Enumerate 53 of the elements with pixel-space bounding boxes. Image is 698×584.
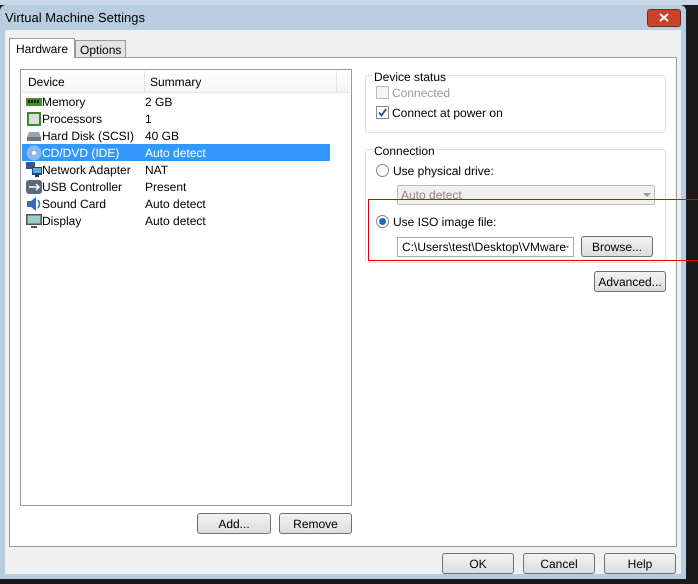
device-summary: Auto detect [145, 144, 206, 162]
tab[interactable]: Hardware [9, 38, 76, 58]
column-header[interactable]: Summary [145, 71, 337, 92]
iso-path-combobox[interactable]: C:\Users\test\Desktop\VMware [397, 236, 574, 256]
dialog-button[interactable]: Help [604, 553, 676, 574]
device-summary: 40 GB [145, 128, 180, 144]
close-button[interactable] [647, 8, 681, 26]
window-title: Virtual Machine Settings [5, 8, 145, 27]
device-summary: Auto detect [145, 212, 206, 230]
checkbox-label: Connected [392, 84, 450, 102]
monitor-icon [26, 212, 42, 228]
device-summary: 1 [145, 110, 152, 128]
network-computers-icon [26, 162, 42, 178]
radio-button[interactable] [376, 215, 389, 228]
speaker-icon [26, 196, 42, 212]
device-name: Sound Card [42, 196, 108, 212]
checkbox[interactable] [376, 106, 389, 119]
device-name: Processors [42, 110, 104, 128]
dialog-button[interactable]: OK [442, 553, 514, 574]
device-name: CD/DVD (IDE) [42, 144, 120, 162]
close-icon [659, 13, 669, 22]
tab[interactable]: Options [75, 40, 126, 57]
browse-button[interactable]: Browse... [581, 236, 653, 257]
device-row[interactable]: Sound Card Auto detect [22, 195, 330, 212]
device-row[interactable]: USB Controller Present [22, 178, 330, 195]
device-name: Display [42, 212, 82, 230]
usb-icon [26, 178, 42, 194]
column-header[interactable]: Device [22, 71, 145, 92]
dropdown-arrow-icon [643, 193, 651, 197]
advanced-button[interactable]: Advanced... [594, 271, 666, 292]
device-row[interactable]: Display Auto detect [22, 212, 330, 229]
device-row[interactable]: Processors 1 [22, 110, 330, 127]
disc-icon [26, 144, 42, 160]
device-name: Memory [42, 94, 86, 110]
dialog-button[interactable]: Cancel [523, 553, 595, 574]
device-row[interactable]: Memory 2 GB [22, 93, 330, 110]
add-button[interactable]: Add... [197, 513, 271, 534]
device-row[interactable]: Hard Disk (SCSI) 40 GB [22, 127, 330, 144]
device-summary: Present [145, 178, 186, 196]
device-summary: Auto detect [145, 196, 206, 212]
radio-label: Use physical drive: [393, 162, 494, 180]
chip-icon [26, 110, 42, 126]
device-name: USB Controller [42, 178, 124, 196]
dropdown-arrow-icon [566, 244, 569, 248]
device-summary: NAT [145, 162, 168, 178]
radio-label: Use ISO image file: [393, 214, 496, 230]
remove-button[interactable]: Remove [279, 513, 352, 534]
check-icon [378, 108, 387, 117]
device-row[interactable]: Network Adapter NAT [22, 161, 330, 178]
device-name: Hard Disk (SCSI) [42, 128, 136, 144]
device-name: Network Adapter [42, 162, 132, 178]
device-summary: 2 GB [145, 94, 172, 110]
checkbox-label: Connect at power on [392, 104, 503, 122]
